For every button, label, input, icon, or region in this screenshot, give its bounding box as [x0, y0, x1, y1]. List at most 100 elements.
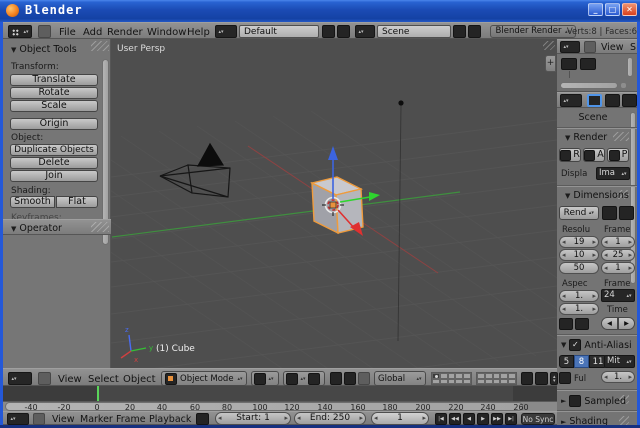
- sampled-checkbox[interactable]: [569, 395, 581, 407]
- stepper-right-icon[interactable]: ▸: [628, 239, 632, 246]
- timeline-record-icon[interactable]: [196, 413, 209, 425]
- current-frame-field[interactable]: ◂1▸: [371, 412, 429, 425]
- jump-to-start-button[interactable]: |◀: [435, 413, 447, 425]
- render-animation-button[interactable]: A: [583, 148, 605, 162]
- menu-render[interactable]: Render: [107, 27, 143, 38]
- manipulator-scale-toggle[interactable]: [358, 372, 370, 385]
- lock-to-scene-toggle[interactable]: [521, 372, 533, 385]
- timeline-display-icon[interactable]: [33, 413, 45, 425]
- stepper-right-icon[interactable]: ▸: [284, 415, 288, 422]
- outliner-content[interactable]: [557, 54, 637, 92]
- menu-window[interactable]: Window: [147, 27, 186, 38]
- stepper-left-icon[interactable]: ◂: [297, 415, 301, 422]
- aspect-x-stepper[interactable]: ◂1.▸: [559, 290, 599, 302]
- layers-widget-group2[interactable]: [476, 372, 517, 385]
- stepper-left-icon[interactable]: ◂: [604, 239, 608, 246]
- menu-add[interactable]: Add: [83, 27, 102, 38]
- timeline-ruler[interactable]: -40 -20 0 20 40 60 80 100 120 140 160 18…: [3, 401, 557, 411]
- stepper-right-icon[interactable]: ▸: [592, 293, 596, 300]
- outliner-display-icon[interactable]: [584, 41, 596, 53]
- timeline-menu-playback[interactable]: Playback: [149, 414, 191, 425]
- delete-scene-button[interactable]: [468, 25, 481, 38]
- filter-size-stepper[interactable]: ◂1.▸: [601, 371, 635, 383]
- stepper-right-icon[interactable]: ▸: [422, 415, 426, 422]
- window-duplicate-icon[interactable]: [38, 25, 51, 38]
- pivot-dropdown[interactable]: ▴▾: [283, 371, 325, 386]
- view3d-editor-dropdown[interactable]: ▴▾: [8, 372, 32, 385]
- stepper-left-icon[interactable]: ◂: [604, 374, 608, 381]
- titlebar[interactable]: Blender _ □ ✕: [0, 0, 640, 22]
- dimensions-panel-header[interactable]: ▼Dimensions: [565, 190, 629, 201]
- next-keyframe-button[interactable]: ▶▶: [491, 413, 503, 425]
- frame-start-stepper[interactable]: ◂1▸: [601, 236, 635, 248]
- outliner-item-icon[interactable]: [561, 58, 577, 70]
- properties-tab-render[interactable]: [587, 94, 602, 107]
- fps-dropdown[interactable]: 24▴▾: [601, 289, 635, 302]
- outliner-vscrollbar[interactable]: [627, 57, 633, 77]
- stepper-right-icon[interactable]: ▸: [628, 374, 632, 381]
- rotate-button[interactable]: Rotate: [10, 87, 98, 99]
- operator-panel-header[interactable]: ▼Operator: [3, 219, 111, 235]
- samples-5-button[interactable]: 5: [559, 355, 574, 368]
- outliner-menu-view[interactable]: View: [601, 42, 624, 53]
- add-preset-button[interactable]: [602, 206, 617, 220]
- layers-widget-group1[interactable]: [431, 372, 472, 385]
- delete-screen-button[interactable]: [337, 25, 350, 38]
- viewport-shading-dropdown[interactable]: ▴▾: [251, 371, 279, 386]
- resolution-x-stepper[interactable]: ◂19▸: [559, 236, 599, 248]
- menu-file[interactable]: File: [59, 27, 76, 38]
- stepper-right-icon[interactable]: ▸: [628, 265, 632, 272]
- add-screen-button[interactable]: [322, 25, 335, 38]
- time-remap-old-button[interactable]: ◂: [601, 317, 618, 330]
- shading-panel-header[interactable]: ►Shading: [561, 416, 608, 425]
- menu-help[interactable]: Help: [187, 27, 210, 38]
- play-button[interactable]: ▶: [477, 413, 489, 425]
- flat-button[interactable]: Flat: [56, 196, 98, 208]
- crop-toggle[interactable]: [575, 318, 589, 330]
- outliner-editor-dropdown[interactable]: ▴▾: [560, 41, 580, 53]
- aspect-y-stepper[interactable]: ◂1.▸: [559, 303, 599, 315]
- snap-mode-dropdown[interactable]: ▴▾: [550, 372, 558, 385]
- timeline-editor-dropdown[interactable]: ▴▾: [7, 413, 29, 425]
- mode-dropdown[interactable]: Object Mode ▴▾: [161, 371, 247, 386]
- timeline-strip[interactable]: [3, 386, 557, 401]
- view3d-menu-view[interactable]: View: [58, 374, 82, 385]
- stepper-right-icon[interactable]: ▸: [592, 252, 596, 259]
- outliner-menu-search[interactable]: S: [630, 42, 636, 53]
- timeline-menu-frame[interactable]: Frame: [116, 414, 146, 425]
- stepper-left-icon[interactable]: ◂: [562, 252, 566, 259]
- full-sample-checkbox[interactable]: [559, 372, 571, 384]
- view3d-menu-object[interactable]: Object: [123, 374, 156, 385]
- render-image-button[interactable]: R: [559, 148, 581, 162]
- render-presets-dropdown[interactable]: Rend▴▾: [559, 206, 599, 220]
- editor-type-dropdown[interactable]: ▴▾: [8, 25, 32, 38]
- timeline-playhead[interactable]: [97, 386, 99, 401]
- scale-button[interactable]: Scale: [10, 100, 98, 112]
- timeline-menu-marker[interactable]: Marker: [80, 414, 113, 425]
- time-remap-new-button[interactable]: ▸: [618, 317, 635, 330]
- snap-magnet-toggle[interactable]: [535, 372, 548, 385]
- properties-editor-dropdown[interactable]: ▴▾: [560, 94, 582, 107]
- stepper-right-icon[interactable]: ▸: [359, 415, 363, 422]
- display-dropdown[interactable]: Ima ▴▾: [596, 167, 630, 180]
- duplicate-objects-button[interactable]: Duplicate Objects: [10, 144, 98, 156]
- orientation-dropdown[interactable]: Global ▴▾: [374, 371, 426, 386]
- properties-tab[interactable]: [622, 94, 637, 107]
- view3d-display-icon[interactable]: [38, 372, 51, 385]
- sync-mode-dropdown[interactable]: No Sync: [521, 413, 555, 425]
- close-button[interactable]: ✕: [622, 3, 637, 16]
- outliner-item-icon[interactable]: [580, 58, 596, 70]
- resolution-y-stepper[interactable]: ◂10▸: [559, 249, 599, 261]
- render-panel-header[interactable]: ▼Render: [565, 132, 607, 143]
- stepper-left-icon[interactable]: ◂: [562, 239, 566, 246]
- join-button[interactable]: Join: [10, 170, 98, 182]
- tool-shelf-scrollbar[interactable]: [102, 59, 109, 245]
- border-toggle[interactable]: [559, 318, 573, 330]
- samples-8-button[interactable]: 8: [574, 355, 589, 368]
- scene-name-field[interactable]: Scene: [377, 25, 451, 38]
- panel-corner-hatch[interactable]: [91, 41, 109, 51]
- smooth-button[interactable]: Smooth: [10, 196, 55, 208]
- stepper-left-icon[interactable]: ◂: [604, 252, 608, 259]
- play-reverse-button[interactable]: ◀: [463, 413, 475, 425]
- stepper-right-icon[interactable]: ▸: [592, 306, 596, 313]
